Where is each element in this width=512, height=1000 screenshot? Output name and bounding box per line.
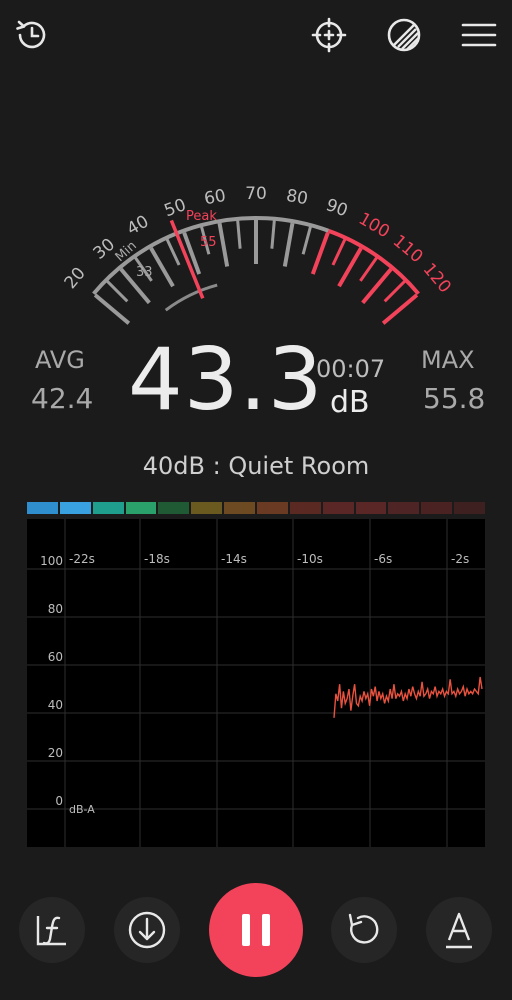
- menu-icon: [461, 23, 497, 47]
- chart-series-line: [333, 676, 483, 718]
- weighting-button[interactable]: [426, 897, 492, 963]
- peak-label: Peak: [186, 209, 217, 224]
- gauge-tick: [282, 222, 295, 267]
- gauge-scale-label: 120: [419, 259, 455, 297]
- min-peak-arc: [164, 283, 218, 312]
- max-label: MAX: [421, 346, 475, 374]
- level-bar-segment: [158, 502, 190, 514]
- gauge-scale-label: 50: [162, 195, 189, 221]
- history-chart: -22s -18s -14s -10s -6s -2s 100 80 60 40 20 0 dB-A: [27, 519, 485, 847]
- level-bar-segment: [355, 502, 387, 514]
- analog-gauge: 203040 50 60 70 80 90100110120 Min 33 Peak 55: [61, 184, 455, 325]
- history-button[interactable]: [12, 15, 52, 55]
- gauge-scale-label: 40: [124, 212, 153, 240]
- download-icon: [128, 911, 166, 949]
- chart-y-tick-label: 0: [55, 794, 63, 808]
- reset-icon: [348, 913, 379, 944]
- gauge-tick: [359, 255, 379, 282]
- crosshair-icon: [311, 17, 347, 53]
- gauge-scale-label: 90: [323, 195, 350, 221]
- level-bar-segment: [388, 502, 420, 514]
- gauge-tick: [105, 279, 129, 303]
- level-bar-segment: [27, 502, 58, 514]
- frequency-weighting-icon: [36, 916, 66, 946]
- gauge-scale-label: 70: [245, 184, 267, 204]
- gauge-scale-label: 30: [90, 235, 119, 264]
- gauge-tick: [301, 224, 313, 255]
- gauge-tick: [337, 247, 363, 288]
- chart-x-tick-label: -14s: [221, 552, 247, 566]
- calibrate-button[interactable]: [309, 15, 349, 55]
- min-label: Min: [113, 238, 140, 265]
- gauge-scale-label: 110: [389, 231, 427, 267]
- gauge-scale-label: 20: [61, 264, 90, 293]
- gauge-scale-label: 80: [285, 186, 310, 209]
- chart-unit-label: dB-A: [69, 803, 95, 816]
- menu-button[interactable]: [459, 15, 499, 55]
- chart-y-tick-label: 60: [48, 650, 63, 664]
- current-db-value: 43.3: [128, 330, 324, 430]
- chart-x-tick-label: -18s: [144, 552, 170, 566]
- level-bar-segment: [289, 502, 321, 514]
- chart-x-tick-label: -10s: [297, 552, 323, 566]
- gauge-tick: [217, 222, 230, 267]
- max-value: 55.8: [423, 382, 486, 415]
- avg-label: AVG: [35, 346, 85, 374]
- save-button[interactable]: [114, 897, 180, 963]
- chart-x-tick-label: -22s: [69, 552, 95, 566]
- pause-icon: [242, 914, 270, 946]
- level-bar-segment: [421, 502, 453, 514]
- gauge-tick: [270, 218, 276, 249]
- reset-button[interactable]: [331, 897, 397, 963]
- chart-y-tick-label: 40: [48, 698, 63, 712]
- gauge-tick: [165, 237, 181, 266]
- theme-button[interactable]: [384, 15, 424, 55]
- level-bar-segment: [454, 502, 485, 514]
- theme-icon: [387, 18, 421, 52]
- level-bar-segment: [92, 502, 124, 514]
- gauge-tick: [236, 218, 242, 249]
- gauge-tick: [383, 279, 407, 303]
- frequency-button[interactable]: [19, 897, 85, 963]
- pause-button[interactable]: [209, 883, 303, 977]
- peak-value: 55: [200, 235, 217, 250]
- level-bar-segment: [191, 502, 223, 514]
- chart-y-tick-label: 80: [48, 602, 63, 616]
- gauge-tick: [310, 231, 330, 275]
- db-unit: dB: [330, 385, 370, 420]
- level-bar-segment: [257, 502, 288, 514]
- elapsed-time: 00:07: [316, 355, 386, 383]
- reference-level-text: 40dB : Quiet Room: [142, 452, 370, 480]
- chart-x-tick-label: -2s: [451, 552, 469, 566]
- chart-y-tick-label: 20: [48, 746, 63, 760]
- level-bar-segment: [224, 502, 255, 514]
- level-bar-segment: [59, 502, 91, 514]
- chart-x-tick-label: -6s: [374, 552, 392, 566]
- gauge-scale-label: 60: [203, 186, 228, 209]
- level-bar-segment: [322, 502, 354, 514]
- chart-y-tick-label: 100: [40, 554, 63, 568]
- history-icon: [16, 20, 46, 49]
- min-value: 33: [136, 265, 153, 280]
- gauge-tick: [149, 247, 175, 288]
- avg-value: 42.4: [31, 382, 94, 415]
- gauge-scale-label: 100: [355, 209, 393, 243]
- a-weighting-icon: [446, 912, 472, 949]
- level-bar-segment: [125, 502, 157, 514]
- gauge-tick: [331, 237, 347, 266]
